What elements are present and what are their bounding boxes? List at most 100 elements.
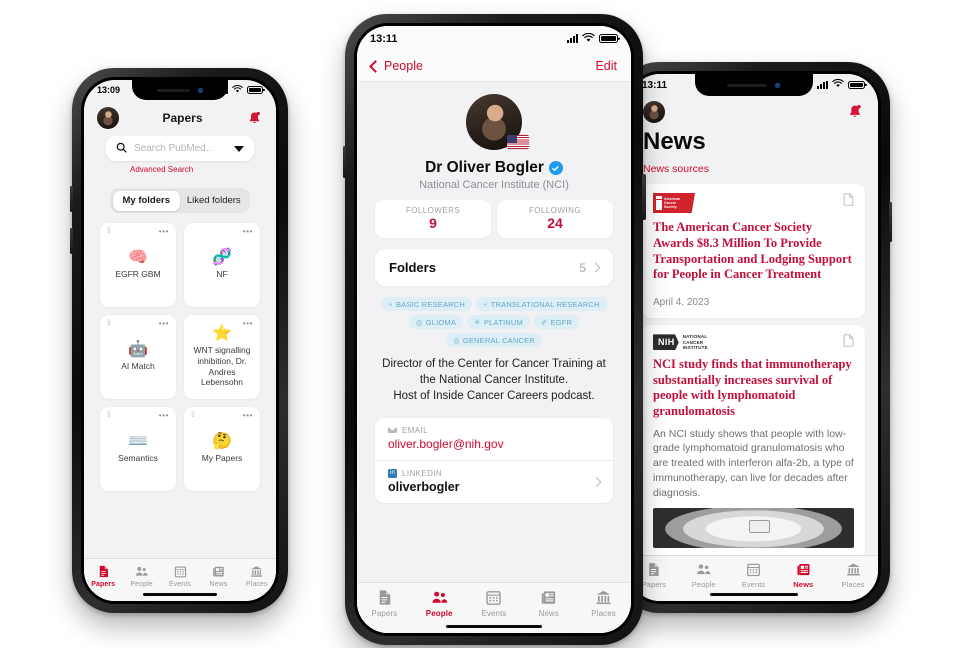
notification-bell-icon[interactable]	[246, 110, 263, 127]
tab-places[interactable]: Places	[828, 561, 878, 589]
tab-people[interactable]: People	[412, 588, 467, 618]
folder-menu-icon[interactable]: •••	[243, 227, 253, 236]
people-icon	[430, 588, 449, 607]
folder-menu-icon[interactable]: •••	[243, 319, 253, 328]
sync-icon: ⁞⁞⁞	[107, 320, 111, 327]
tag-icon: ⑂	[483, 299, 488, 309]
tag-pill[interactable]: ◎ GLIOMA	[408, 315, 464, 329]
segment-liked-folders[interactable]: Liked folders	[180, 191, 248, 211]
tab-news[interactable]: News	[521, 588, 576, 618]
search-placeholder: Search PubMed..	[134, 143, 212, 154]
folder-menu-icon[interactable]: •••	[159, 319, 169, 328]
tag-icon: ◎	[453, 335, 460, 345]
avatar[interactable]	[643, 101, 665, 123]
stat-value: 24	[547, 215, 563, 231]
status-time: 13:09	[97, 85, 121, 95]
verified-badge-icon	[548, 161, 563, 175]
profile-bio: Director of the Center for Cancer Traini…	[382, 358, 606, 402]
followers-stat[interactable]: FOLLOWERS 9	[375, 200, 491, 238]
folder-card[interactable]: ••• 🧬 NF	[184, 223, 260, 307]
folder-card[interactable]: ••• ⭐ WNT signalling inhibition, Dr. And…	[184, 315, 260, 399]
folder-menu-icon[interactable]: •••	[159, 411, 169, 420]
tag-pill[interactable]: ◎ GENERAL CANCER	[446, 333, 542, 347]
notification-bell-icon[interactable]	[846, 103, 864, 121]
right-status-bar: 13:11	[629, 74, 878, 96]
folder-grid: ⁞⁞⁞ ••• 🧠 EGFR GBM ••• 🧬 NF ⁞⁞⁞ ••• 🤖 AI…	[84, 213, 276, 491]
document-icon[interactable]	[843, 193, 854, 206]
center-phone-screen: 13:11 People Edit Dr Oliver Bogler Natio…	[357, 26, 631, 633]
folders-segmented-control[interactable]: My folders Liked folders	[110, 188, 250, 213]
right-phone-side-button	[889, 202, 892, 242]
folder-emoji: 🧠	[128, 249, 148, 267]
tag-pill[interactable]: ✐ EGFR	[533, 315, 580, 329]
news-article-card[interactable]: NIH NATIONAL CANCER INSTITUTE NCI study …	[642, 325, 865, 555]
folders-row[interactable]: Folders 5	[375, 249, 613, 286]
tab-people[interactable]: People	[679, 561, 729, 589]
linkedin-value[interactable]: oliverbogler	[388, 480, 600, 494]
folder-name: WNT signalling inhibition, Dr. Andres Le…	[193, 344, 251, 388]
profile-name: Dr Oliver Bogler	[425, 159, 544, 176]
folder-emoji: 🤔	[212, 433, 232, 451]
tag-pill[interactable]: ⑂ TRANSLATIONAL RESEARCH	[476, 297, 607, 311]
avatar[interactable]	[97, 107, 119, 129]
email-value[interactable]: oliver.bogler@nih.gov	[388, 437, 600, 451]
tab-events[interactable]: Events	[729, 561, 779, 589]
folder-card[interactable]: ⁞⁞⁞ ••• 🧠 EGFR GBM	[100, 223, 176, 307]
acs-torch-mark	[656, 196, 662, 210]
document-icon[interactable]	[843, 334, 854, 347]
tab-people[interactable]: People	[122, 564, 160, 588]
email-row[interactable]: EMAIL oliver.bogler@nih.gov	[375, 418, 613, 460]
tab-label: Places	[841, 580, 865, 589]
home-indicator	[709, 592, 798, 596]
profile-avatar-wrap	[466, 94, 529, 150]
folder-menu-icon[interactable]: •••	[159, 227, 169, 236]
tab-label: Events	[169, 581, 192, 588]
tab-label: Papers	[641, 580, 667, 589]
segment-my-folders[interactable]: My folders	[112, 190, 180, 211]
tag-pill[interactable]: ⑂ BASIC RESEARCH	[381, 297, 473, 311]
tab-places[interactable]: Places	[576, 588, 631, 618]
bank-icon	[249, 564, 264, 579]
folder-card[interactable]: ⁞⁞⁞ ••• 🤖 AI Match	[100, 315, 176, 399]
battery-icon	[848, 80, 865, 90]
back-button[interactable]: People	[369, 59, 423, 73]
left-phone-volume-buttons	[70, 186, 73, 212]
tag-label: GENERAL CANCER	[462, 335, 535, 345]
linkedin-row[interactable]: in LINKEDIN oliverbogler	[375, 459, 613, 503]
following-stat[interactable]: FOLLOWING 24	[497, 200, 613, 238]
status-time: 13:11	[370, 32, 398, 45]
folder-name: NF	[216, 269, 228, 280]
tag-label: GLIOMA	[425, 317, 457, 327]
calendar-icon	[173, 564, 188, 579]
article-headline: NCI study finds that immunotherapy subst…	[653, 356, 852, 419]
tab-events[interactable]: Events	[161, 564, 199, 588]
right-phone-device: 13:11 News News sources American Cancer …	[615, 62, 892, 613]
papers-content: Papers Search PubMed.. Advanced Search M…	[84, 100, 276, 558]
tab-papers[interactable]: Papers	[357, 588, 412, 618]
news-sources-link[interactable]: News sources	[629, 163, 878, 175]
edit-button[interactable]: Edit	[595, 59, 617, 73]
profile-header: Dr Oliver Bogler National Cancer Institu…	[357, 82, 631, 200]
news-header	[629, 96, 878, 128]
tab-events[interactable]: Events	[467, 588, 522, 618]
contact-card: EMAIL oliver.bogler@nih.gov in LINKEDIN …	[375, 417, 613, 503]
advanced-search-link[interactable]: Advanced Search	[106, 161, 254, 174]
news-content: News News sources American Cancer Society	[629, 96, 878, 555]
tab-news[interactable]: News	[199, 564, 237, 588]
tab-news[interactable]: News	[778, 561, 828, 589]
profile-organization: National Cancer Institute (NCI)	[419, 179, 569, 191]
search-input[interactable]: Search PubMed..	[106, 136, 254, 161]
chevron-right-icon	[590, 262, 601, 273]
folder-card[interactable]: ⁞⁞⁞ ••• 🤔 My Papers	[184, 407, 260, 491]
tab-papers[interactable]: Papers	[84, 564, 122, 588]
tab-label: News	[793, 580, 814, 589]
calendar-icon	[745, 561, 762, 578]
tab-places[interactable]: Places	[238, 564, 276, 588]
tag-pill[interactable]: ⚘ PLATINUM	[467, 315, 530, 329]
chevron-down-icon[interactable]	[234, 145, 244, 152]
folder-menu-icon[interactable]: •••	[243, 411, 253, 420]
left-phone-device: 13:09 Papers Search PubMed.. Advanced Se…	[70, 68, 288, 613]
news-article-card[interactable]: American Cancer Society The American Cance…	[642, 184, 865, 318]
folder-card[interactable]: ⁞⁞⁞ ••• ⌨️ Semantics	[100, 407, 176, 491]
folder-name: EGFR GBM	[115, 269, 161, 280]
